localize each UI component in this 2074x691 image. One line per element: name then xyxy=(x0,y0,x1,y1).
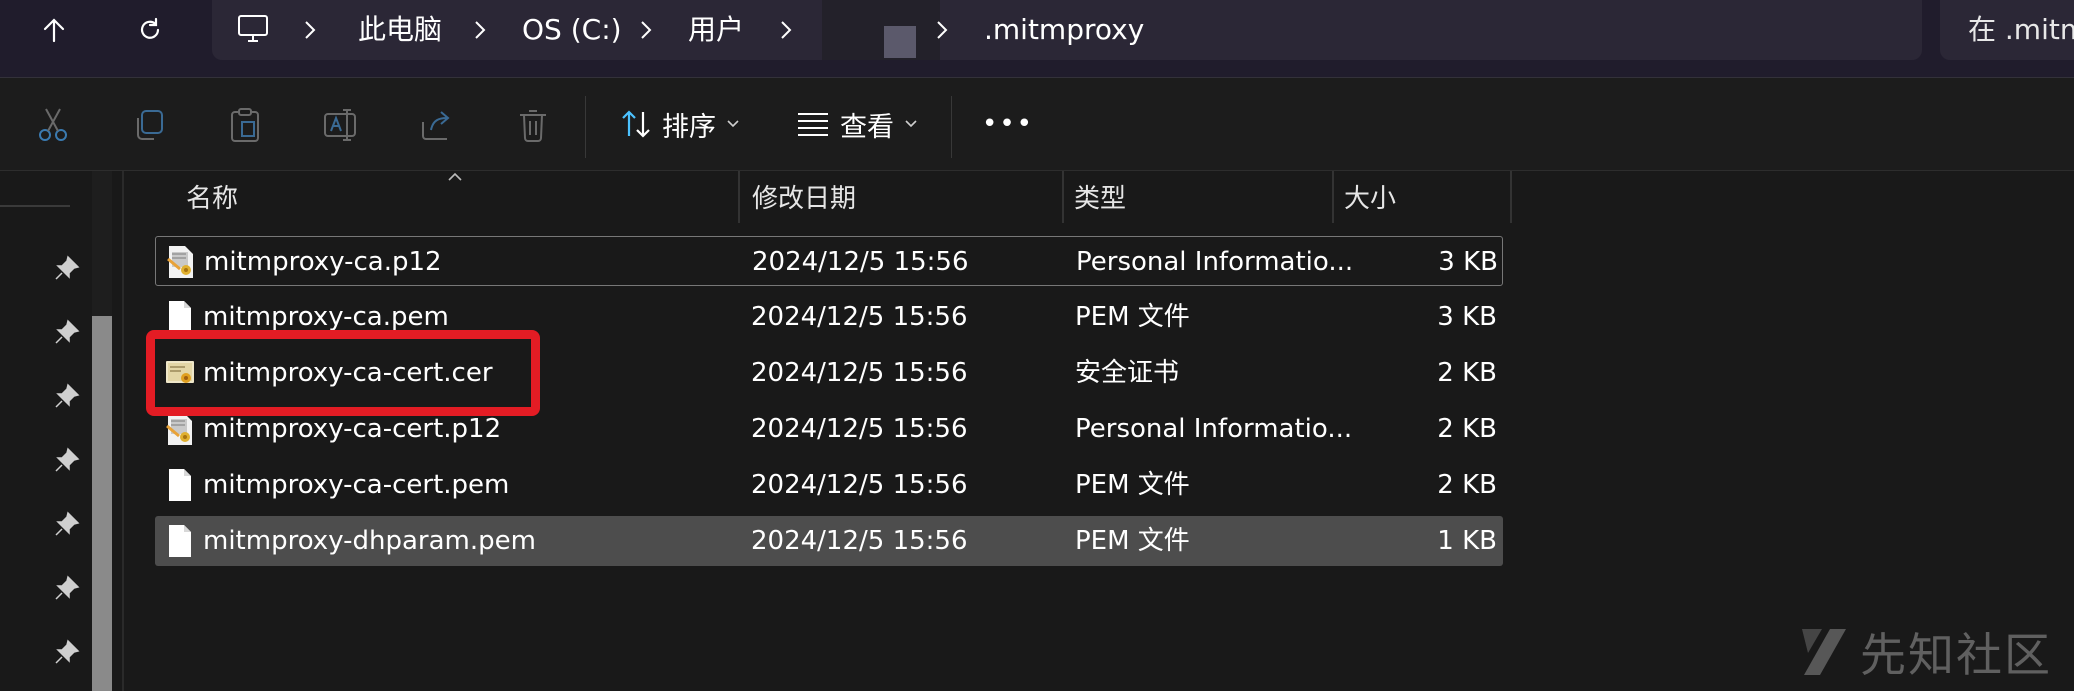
rename-button[interactable] xyxy=(318,102,364,148)
column-header-label: 修改日期 xyxy=(752,184,857,214)
file-size: 3 KB xyxy=(1438,247,1498,277)
column-header-name[interactable]: 名称 xyxy=(124,171,738,223)
blank-file-icon xyxy=(169,301,191,333)
breadcrumb-mitmproxy[interactable]: .mitmproxy xyxy=(984,10,1144,50)
blank-file-icon xyxy=(169,469,191,501)
redacted-username-mark xyxy=(884,26,916,58)
breadcrumb-this-pc[interactable]: 此电脑 xyxy=(358,10,442,50)
breadcrumb[interactable]: 此电脑 OS (C:) 用户 .mitmproxy xyxy=(212,0,1922,60)
copy-icon xyxy=(137,110,163,140)
file-modified: 2024/12/5 15:56 xyxy=(751,526,968,556)
pfx-certificate-icon xyxy=(167,246,193,278)
blank-file-icon xyxy=(169,525,191,557)
watermark: 先知社区 xyxy=(1800,622,2052,682)
file-modified: 2024/12/5 15:56 xyxy=(751,358,968,388)
pin-icon[interactable] xyxy=(54,255,80,281)
delete-button[interactable] xyxy=(510,102,556,148)
pin-icon[interactable] xyxy=(54,447,80,473)
file-modified: 2024/12/5 15:56 xyxy=(751,302,968,332)
refresh-button[interactable] xyxy=(122,8,178,52)
more-icon: ••• xyxy=(982,109,1035,139)
view-label: 查看 xyxy=(840,111,894,143)
pin-icon[interactable] xyxy=(54,319,80,345)
search-box[interactable]: 在 .mitm xyxy=(1940,0,2074,60)
arrow-up-icon xyxy=(43,18,65,43)
breadcrumb-users[interactable]: 用户 xyxy=(688,10,744,50)
trash-icon xyxy=(520,110,546,142)
copy-button[interactable] xyxy=(126,102,172,148)
refresh-icon xyxy=(140,17,160,39)
file-row-selected[interactable]: mitmproxy-dhparam.pem 2024/12/5 15:56 PE… xyxy=(155,516,1503,566)
column-header-label: 类型 xyxy=(1074,184,1127,214)
toolbar-divider xyxy=(585,96,586,158)
pin-icon[interactable] xyxy=(54,511,80,537)
this-pc-icon xyxy=(238,15,268,42)
file-size: 2 KB xyxy=(1437,470,1497,500)
file-name[interactable]: mitmproxy-ca.p12 xyxy=(204,237,442,287)
search-input[interactable]: 在 .mitm xyxy=(1968,10,2074,50)
share-button[interactable] xyxy=(414,102,460,148)
chevron-right-icon[interactable] xyxy=(468,18,492,42)
file-name[interactable]: mitmproxy-ca-cert.pem xyxy=(203,460,509,510)
file-row[interactable]: mitmproxy-ca-cert.pem 2024/12/5 15:56 PE… xyxy=(155,460,1503,510)
nav-divider xyxy=(0,205,70,207)
file-size: 2 KB xyxy=(1437,358,1497,388)
redacted-username xyxy=(822,0,940,60)
watermark-logo-icon xyxy=(1802,629,1846,675)
breadcrumb-drive-c[interactable]: OS (C:) xyxy=(522,10,622,50)
view-button[interactable]: 查看 xyxy=(796,100,918,148)
pin-icon[interactable] xyxy=(54,639,80,665)
paste-button[interactable] xyxy=(222,102,268,148)
up-button[interactable] xyxy=(26,8,82,52)
pfx-certificate-icon xyxy=(166,413,192,445)
cut-button[interactable] xyxy=(30,102,76,148)
address-bar-row: 此电脑 OS (C:) 用户 .mitmproxy 在 .mitm xyxy=(0,0,2074,78)
command-bar: 排序 查看 ••• xyxy=(0,78,2074,171)
file-row[interactable]: mitmproxy-ca.p12 2024/12/5 15:56 Persona… xyxy=(155,236,1503,286)
rename-icon xyxy=(324,109,356,141)
file-modified: 2024/12/5 15:56 xyxy=(751,470,968,500)
chevron-down-icon xyxy=(727,120,739,128)
file-type: 安全证书 xyxy=(1075,358,1180,388)
more-options-button[interactable]: ••• xyxy=(982,100,1034,148)
column-header-size[interactable]: 大小 xyxy=(1334,171,1510,223)
chevron-right-icon[interactable] xyxy=(634,18,658,42)
file-size: 2 KB xyxy=(1437,414,1497,444)
column-header-label: 名称 xyxy=(186,184,239,214)
file-size: 1 KB xyxy=(1437,526,1497,556)
sort-button[interactable]: 排序 xyxy=(620,100,740,148)
file-type: PEM 文件 xyxy=(1075,526,1190,556)
chevron-down-icon xyxy=(905,120,917,128)
pin-icon[interactable] xyxy=(54,575,80,601)
chevron-right-icon[interactable] xyxy=(774,18,798,42)
navigation-pane xyxy=(0,171,122,691)
pane-divider[interactable] xyxy=(122,171,124,691)
column-header-modified[interactable]: 修改日期 xyxy=(740,171,1062,223)
file-modified: 2024/12/5 15:56 xyxy=(752,247,969,277)
view-list-icon xyxy=(798,113,828,136)
file-size: 3 KB xyxy=(1437,302,1497,332)
file-type: Personal Informatio... xyxy=(1076,247,1354,277)
file-type: Personal Informatio... xyxy=(1075,414,1353,444)
chevron-right-icon[interactable] xyxy=(930,18,954,42)
clipboard-icon xyxy=(231,108,259,142)
file-name[interactable]: mitmproxy-dhparam.pem xyxy=(203,516,536,566)
scissors-icon xyxy=(39,108,67,141)
column-divider[interactable] xyxy=(1510,171,1512,223)
toolbar-divider xyxy=(951,96,952,158)
pin-icon[interactable] xyxy=(54,383,80,409)
sort-label: 排序 xyxy=(662,111,716,143)
file-modified: 2024/12/5 15:56 xyxy=(751,414,968,444)
annotation-highlight-box xyxy=(146,330,540,416)
column-header-label: 大小 xyxy=(1344,184,1397,214)
file-type: PEM 文件 xyxy=(1075,302,1190,332)
chevron-right-icon[interactable] xyxy=(298,18,322,42)
column-header-type[interactable]: 类型 xyxy=(1064,171,1332,223)
nav-scrollbar-thumb[interactable] xyxy=(92,316,112,691)
watermark-text: 先知社区 xyxy=(1860,628,2052,682)
share-icon xyxy=(422,111,450,140)
file-type: PEM 文件 xyxy=(1075,470,1190,500)
sort-icon xyxy=(622,110,650,138)
